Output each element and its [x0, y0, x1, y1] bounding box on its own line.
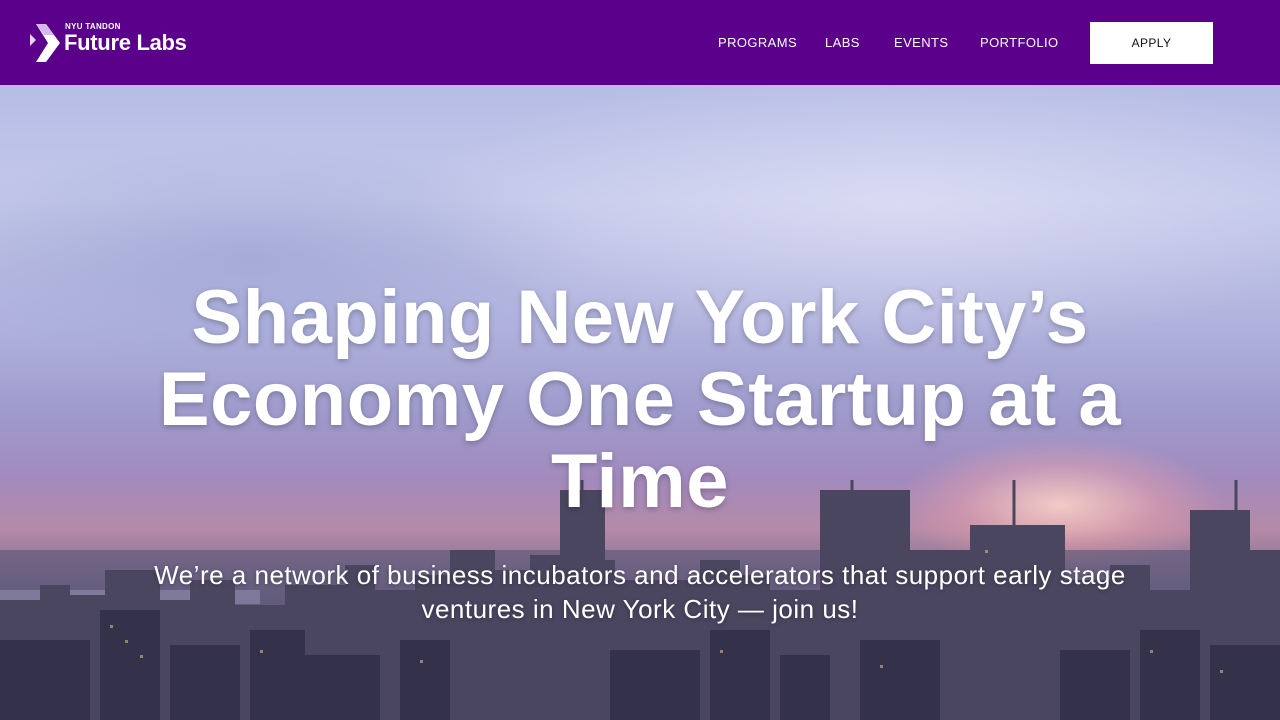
nav-link-labs[interactable]: LABS: [825, 35, 860, 50]
nav-link-portfolio[interactable]: PORTFOLIO: [980, 35, 1058, 50]
site-header: NYU TANDON Future Labs PROGRAMS LABS EVE…: [0, 0, 1280, 85]
nav-link-programs[interactable]: PROGRAMS: [718, 35, 797, 50]
hero-subheadline: We’re a network of business incubators a…: [154, 560, 1126, 624]
hero-headline: Shaping New York City’s Economy One Star…: [158, 275, 1122, 524]
logo-title: Future Labs: [64, 30, 187, 55]
future-labs-logo[interactable]: NYU TANDON Future Labs: [30, 22, 210, 64]
apply-button[interactable]: APPLY: [1090, 22, 1213, 64]
nav-link-events[interactable]: EVENTS: [894, 35, 948, 50]
chevron-logo-icon: [30, 24, 60, 62]
